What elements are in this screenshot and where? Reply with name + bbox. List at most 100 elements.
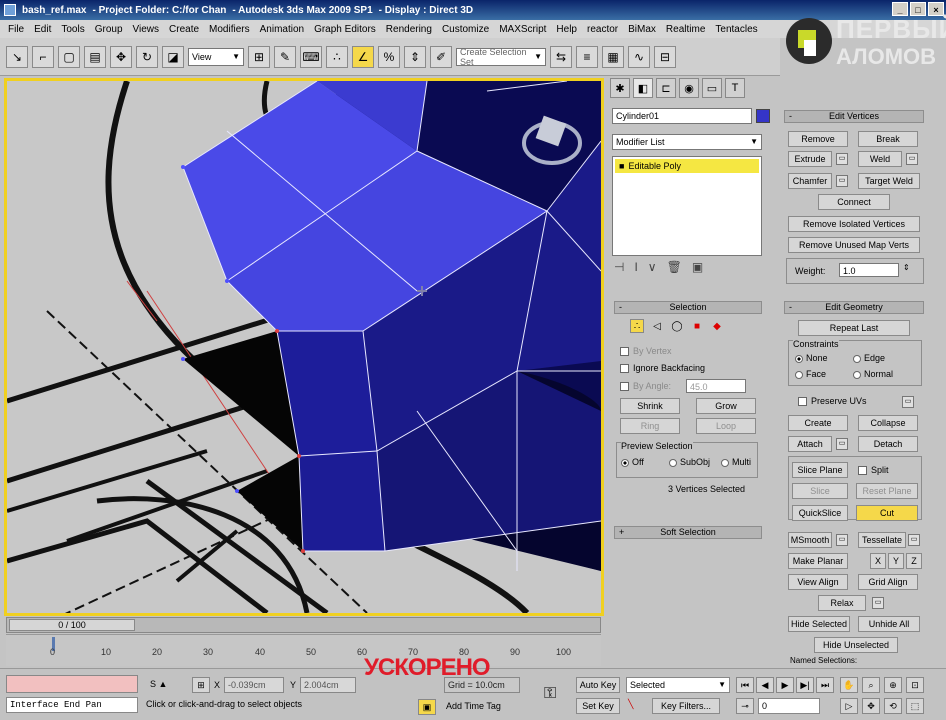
menu-create[interactable]: Create [169, 24, 199, 35]
select-object-icon[interactable]: ▢ [58, 45, 80, 68]
weight-field[interactable]: 1.0 [839, 263, 899, 277]
hide-selected-button[interactable]: Hide Selected [788, 616, 850, 632]
select-manipulate-icon[interactable]: ✎ [274, 45, 296, 68]
menu-graph-editors[interactable]: Graph Editors [314, 24, 376, 35]
menu-file[interactable]: File [8, 24, 24, 35]
menu-animation[interactable]: Animation [260, 24, 304, 35]
menu-group[interactable]: Group [95, 24, 123, 35]
menu-maxscript[interactable]: MAXScript [499, 24, 546, 35]
perspective-viewport[interactable] [4, 78, 604, 616]
repeat-last-button[interactable]: Repeat Last [798, 320, 910, 336]
previous-frame-icon[interactable]: ◀ [756, 677, 774, 693]
time-slider-thumb[interactable]: 0 / 100 [9, 619, 135, 631]
unlink-icon[interactable]: ⌐ [32, 45, 54, 68]
pan-icon[interactable]: ✥ [862, 698, 880, 714]
target-weld-button[interactable]: Target Weld [858, 173, 920, 189]
by-vertex-checkbox[interactable]: By Vertex [620, 346, 672, 357]
object-color-swatch[interactable] [756, 109, 770, 123]
remove-unused-map-verts-button[interactable]: Remove Unused Map Verts [788, 237, 920, 253]
relax-settings-icon[interactable]: ▭ [872, 597, 884, 609]
key-filters-button[interactable]: Key Filters... [652, 698, 720, 714]
configure-modifier-sets-icon[interactable]: ▣ [692, 260, 703, 274]
chamfer-button[interactable]: Chamfer [788, 173, 832, 189]
set-key-button[interactable]: Set Key [576, 698, 620, 714]
select-scale-icon[interactable]: ◪ [162, 45, 184, 68]
quickslice-button[interactable]: QuickSlice [792, 505, 848, 521]
fov-icon[interactable]: ▷ [840, 698, 858, 714]
y-coordinate-field[interactable]: 2.004cm [300, 677, 356, 693]
motion-tab-icon[interactable]: ◉ [679, 78, 699, 98]
extrude-settings-icon[interactable]: ▭ [836, 153, 848, 165]
make-unique-icon[interactable]: ∨ [648, 260, 657, 274]
collapse-button[interactable]: Collapse [858, 415, 918, 431]
preview-subobj-radio[interactable]: SubObj [669, 457, 710, 467]
menu-rendering[interactable]: Rendering [386, 24, 432, 35]
create-button[interactable]: Create [788, 415, 848, 431]
schematic-view-icon[interactable]: ⊟ [654, 45, 676, 68]
go-to-start-icon[interactable]: ⏮ [736, 677, 754, 693]
detach-button[interactable]: Detach [858, 436, 918, 452]
arc-rotate-icon[interactable]: ⟲ [884, 698, 902, 714]
soft-selection-rollout-header[interactable]: + Soft Selection [614, 526, 762, 539]
menu-tentacles[interactable]: Tentacles [715, 24, 757, 35]
preserve-uvs-checkbox[interactable]: Preserve UVs [798, 396, 867, 407]
key-mode-toggle-icon[interactable]: ⊸ [736, 698, 754, 714]
show-end-result-icon[interactable]: Ι [634, 260, 637, 274]
by-angle-checkbox[interactable]: By Angle: [620, 381, 671, 392]
constraint-normal-radio[interactable]: Normal [853, 369, 893, 379]
select-move-icon[interactable]: ✥ [110, 45, 132, 68]
align-icon[interactable]: ≡ [576, 45, 598, 68]
layer-manager-icon[interactable]: ▦ [602, 45, 624, 68]
next-frame-icon[interactable]: ▶| [796, 677, 814, 693]
cut-button[interactable]: Cut [856, 505, 918, 521]
snap-3d-icon[interactable]: ∴ [326, 45, 348, 68]
key-mode-icon[interactable]: ╲ [628, 699, 633, 710]
tessellate-button[interactable]: Tessellate [858, 532, 906, 548]
utilities-tab-icon[interactable]: T [725, 78, 745, 98]
menu-realtime[interactable]: Realtime [666, 24, 705, 35]
remove-isolated-vertices-button[interactable]: Remove Isolated Vertices [788, 216, 920, 232]
go-to-end-icon[interactable]: ⏭ [816, 677, 834, 693]
loop-button[interactable]: Loop [696, 418, 756, 434]
ignore-backfacing-checkbox[interactable]: Ignore Backfacing [620, 363, 705, 374]
object-name-field[interactable]: Cylinder01 [612, 108, 752, 124]
maxscript-listener-pink[interactable] [6, 675, 138, 693]
reference-coordinate-dropdown[interactable]: View ▼ [188, 47, 244, 66]
hierarchy-tab-icon[interactable]: ⊏ [656, 78, 676, 98]
menu-edit[interactable]: Edit [34, 24, 51, 35]
make-planar-button[interactable]: Make Planar [788, 553, 848, 569]
border-level-icon[interactable]: ◯ [670, 319, 684, 333]
stack-item-editable-poly[interactable]: ■ Editable Poly [615, 159, 759, 173]
weight-spinner-icon[interactable]: ⇕ [903, 263, 910, 272]
auto-key-button[interactable]: Auto Key [576, 677, 620, 693]
menu-help[interactable]: Help [556, 24, 577, 35]
keyboard-shortcut-icon[interactable]: ⌨ [300, 45, 322, 68]
unhide-all-button[interactable]: Unhide All [858, 616, 920, 632]
planar-z-button[interactable]: Z [906, 553, 922, 569]
named-selection-icon[interactable]: ✐ [430, 45, 452, 68]
reset-plane-button[interactable]: Reset Plane [856, 483, 918, 499]
pivot-center-icon[interactable]: ⊞ [248, 45, 270, 68]
mirror-icon[interactable]: ⇆ [550, 45, 572, 68]
key-icon[interactable]: ⚿ [544, 685, 556, 703]
preview-off-radio[interactable]: Off [621, 457, 644, 467]
slice-plane-button[interactable]: Slice Plane [792, 462, 848, 478]
pan-view-icon[interactable]: ✋ [840, 677, 858, 693]
edge-level-icon[interactable]: ◁ [650, 319, 664, 333]
split-checkbox[interactable]: Split [858, 465, 889, 476]
msmooth-settings-icon[interactable]: ▭ [836, 534, 848, 546]
add-time-tag-button[interactable]: Add Time Tag [446, 701, 501, 711]
menu-bimax[interactable]: BiMax [628, 24, 656, 35]
planar-y-button[interactable]: Y [888, 553, 904, 569]
msmooth-button[interactable]: MSmooth [788, 532, 832, 548]
element-level-icon[interactable]: ◆ [710, 319, 724, 333]
hide-unselected-button[interactable]: Hide Unselected [814, 637, 898, 653]
menu-tools[interactable]: Tools [61, 24, 84, 35]
x-coordinate-field[interactable]: -0.039cm [224, 677, 284, 693]
menu-customize[interactable]: Customize [442, 24, 489, 35]
by-angle-value[interactable]: 45.0 [686, 379, 746, 393]
constraint-none-radio[interactable]: None [795, 353, 828, 363]
modify-tab-icon[interactable]: ◧ [633, 78, 653, 98]
grid-align-button[interactable]: Grid Align [858, 574, 918, 590]
weld-button[interactable]: Weld [858, 151, 902, 167]
